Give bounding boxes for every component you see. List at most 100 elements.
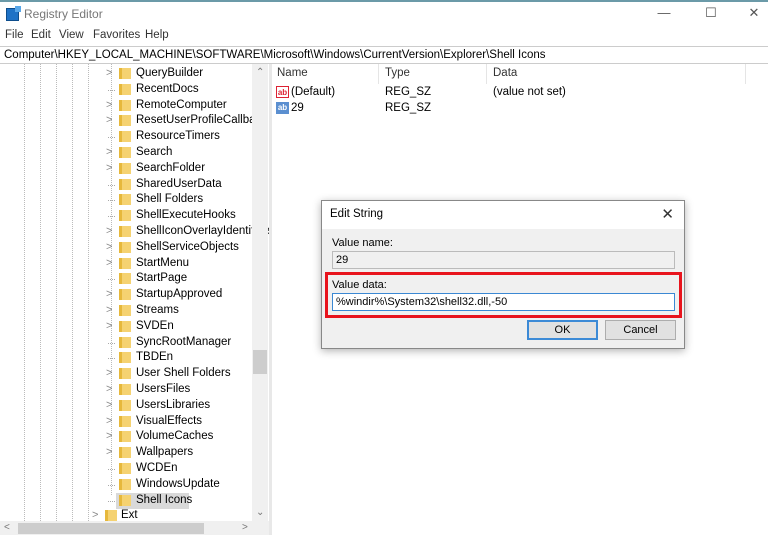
- expand-chevron-icon[interactable]: >: [106, 399, 112, 411]
- tree-item[interactable]: > StartMenu: [0, 256, 252, 272]
- folder-icon: [119, 257, 131, 269]
- tree-item[interactable]: SyncRootManager: [0, 335, 252, 351]
- column-header-name[interactable]: Name: [277, 67, 308, 79]
- tree-item[interactable]: SharedUserData: [0, 177, 252, 193]
- expand-chevron-icon[interactable]: >: [106, 114, 112, 126]
- folder-icon: [119, 68, 131, 79]
- column-header-type[interactable]: Type: [385, 67, 410, 79]
- tree-scroll-thumb[interactable]: [253, 350, 267, 374]
- folder-icon: [119, 463, 131, 474]
- tree-item[interactable]: > Streams: [0, 303, 252, 319]
- expand-chevron-icon[interactable]: >: [106, 225, 112, 237]
- tree-item[interactable]: TBDEn: [0, 350, 252, 366]
- expand-chevron-icon[interactable]: >: [106, 304, 112, 316]
- tree-item[interactable]: > User Shell Folders: [0, 366, 252, 382]
- tree-item[interactable]: Shell Folders: [0, 192, 252, 208]
- tree-vertical-scrollbar[interactable]: [252, 64, 268, 521]
- expand-chevron-icon[interactable]: >: [106, 241, 112, 253]
- expand-chevron-icon[interactable]: >: [106, 383, 112, 395]
- expand-chevron-icon[interactable]: >: [106, 162, 112, 174]
- expand-chevron-icon[interactable]: >: [106, 67, 112, 79]
- cancel-button[interactable]: Cancel: [605, 320, 676, 340]
- tree-item[interactable]: WindowsUpdate: [0, 477, 252, 493]
- edit-string-dialog: Edit String ✕ Value name: 29 Value data:…: [321, 200, 685, 349]
- tree-item[interactable]: Shell Icons: [0, 492, 252, 509]
- tree-item[interactable]: WCDEn: [0, 461, 252, 477]
- tree-item-label: VisualEffects: [136, 414, 203, 427]
- folder-icon: [119, 178, 131, 190]
- value-name-field[interactable]: 29: [332, 251, 675, 269]
- ok-button[interactable]: OK: [527, 320, 598, 340]
- column-divider[interactable]: [378, 64, 379, 84]
- tree-item[interactable]: > UsersFiles: [0, 382, 252, 398]
- column-divider[interactable]: [486, 64, 487, 84]
- scroll-down-icon[interactable]: ⌄: [256, 507, 264, 518]
- tree-item[interactable]: > Ext: [0, 508, 252, 521]
- menu-bar: File Edit View Favorites Help: [0, 28, 768, 44]
- expand-chevron-icon[interactable]: >: [106, 415, 112, 427]
- scroll-left-icon[interactable]: <: [4, 522, 10, 533]
- tree-item[interactable]: ShellExecuteHooks: [0, 208, 252, 224]
- folder-icon: [119, 131, 131, 143]
- tree-item[interactable]: > SearchFolder: [0, 161, 252, 177]
- menu-help[interactable]: Help: [145, 29, 169, 41]
- tree-item[interactable]: RecentDocs: [0, 82, 252, 98]
- address-bar[interactable]: Computer\HKEY_LOCAL_MACHINE\SOFTWARE\Mic…: [0, 46, 768, 64]
- tree-item-label: QueryBuilder: [136, 67, 204, 79]
- close-button[interactable]: ✕: [742, 5, 766, 23]
- tree-hscroll-thumb[interactable]: [18, 523, 204, 534]
- tree-item[interactable]: > ShellServiceObjects: [0, 240, 252, 256]
- folder-icon: [119, 384, 131, 395]
- folder-icon: [119, 305, 131, 316]
- tree-item[interactable]: > VolumeCaches: [0, 429, 252, 445]
- menu-view[interactable]: View: [59, 29, 84, 41]
- expand-chevron-icon[interactable]: >: [106, 257, 112, 269]
- expand-chevron-icon[interactable]: >: [106, 320, 112, 332]
- expand-chevron-icon[interactable]: >: [106, 146, 112, 158]
- expand-chevron-icon[interactable]: >: [106, 446, 112, 458]
- value-name-label: Value name:: [332, 237, 393, 249]
- tree-item[interactable]: ResourceTimers: [0, 129, 252, 145]
- tree-connector: [108, 342, 115, 344]
- tree-item-label: Streams: [136, 304, 179, 316]
- folder-icon: [119, 115, 131, 127]
- folder-icon: [119, 494, 131, 506]
- tree-item-label: SVDEn: [136, 319, 174, 332]
- tree-item-label: WCDEn: [136, 462, 178, 474]
- dialog-title-bar: Edit String ✕: [322, 201, 684, 229]
- folder-icon: [119, 162, 131, 174]
- tree-item[interactable]: > QueryBuilder: [0, 66, 252, 82]
- expand-chevron-icon[interactable]: >: [106, 430, 112, 442]
- tree-item[interactable]: > UsersLibraries: [0, 398, 252, 414]
- tree-item[interactable]: > ResetUserProfileCallback: [0, 113, 267, 129]
- expand-chevron-icon[interactable]: >: [106, 99, 112, 111]
- tree-item[interactable]: > VisualEffects: [0, 414, 252, 430]
- tree-item[interactable]: > SVDEn: [0, 319, 252, 335]
- column-header-data[interactable]: Data: [493, 67, 517, 79]
- minimize-button[interactable]: —: [652, 5, 676, 23]
- scroll-right-icon[interactable]: >: [242, 522, 248, 533]
- string-value-icon: ab: [276, 86, 289, 98]
- title-bar: Registry Editor — ☐ ✕: [0, 2, 768, 26]
- value-data-input[interactable]: %windir%\System32\shell32.dll,-50: [332, 293, 675, 311]
- expand-chevron-icon[interactable]: >: [106, 367, 112, 379]
- expand-chevron-icon[interactable]: >: [92, 509, 98, 521]
- maximize-button[interactable]: ☐: [699, 5, 723, 23]
- tree-item[interactable]: > RemoteComputer: [0, 98, 252, 114]
- column-divider[interactable]: [745, 64, 746, 84]
- tree-item[interactable]: > Wallpapers: [0, 445, 252, 461]
- folder-icon: [119, 210, 131, 222]
- tree-item[interactable]: StartPage: [0, 271, 252, 287]
- menu-edit[interactable]: Edit: [31, 29, 51, 41]
- tree-connector: [108, 216, 115, 218]
- menu-file[interactable]: File: [5, 29, 24, 41]
- tree-item[interactable]: > Search: [0, 145, 252, 161]
- tree-item[interactable]: > ShellIconOverlayIdentifiers: [0, 224, 269, 240]
- menu-favorites[interactable]: Favorites: [93, 29, 140, 41]
- tree-item-label: UsersFiles: [136, 383, 191, 395]
- scroll-up-icon[interactable]: ⌃: [256, 67, 264, 78]
- expand-chevron-icon[interactable]: >: [106, 288, 112, 300]
- value-data-label: Value data:: [332, 279, 387, 291]
- tree-item[interactable]: > StartupApproved: [0, 287, 252, 303]
- dialog-close-button[interactable]: ✕: [661, 205, 674, 223]
